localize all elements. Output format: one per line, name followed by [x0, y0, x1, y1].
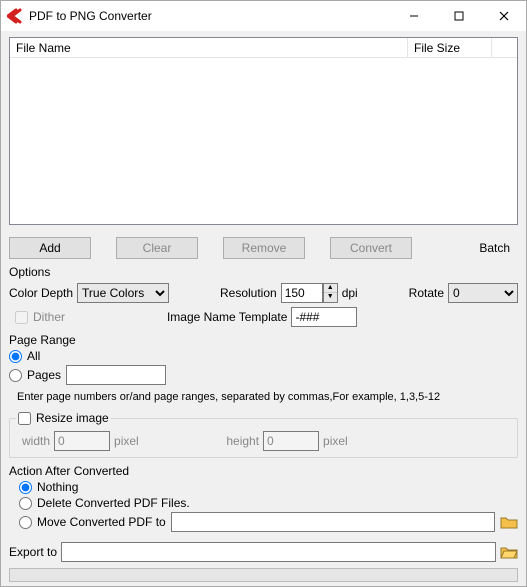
resize-group: Resize image width pixel height pixel: [9, 411, 518, 458]
titlebar: PDF to PNG Converter: [1, 1, 526, 31]
width-label: width: [22, 434, 50, 448]
color-depth-label: Color Depth: [9, 286, 73, 300]
all-radio-input[interactable]: [9, 350, 22, 363]
pages-input[interactable]: [66, 365, 166, 385]
resolution-unit: dpi: [342, 286, 358, 300]
close-button[interactable]: [481, 1, 526, 31]
pagerange-hint: Enter page numbers or/and page ranges, s…: [17, 391, 518, 403]
resize-checkbox[interactable]: Resize image: [18, 411, 109, 425]
move-radio[interactable]: Move Converted PDF to: [19, 515, 166, 529]
app-logo-icon: [7, 8, 23, 24]
maximize-button[interactable]: [436, 1, 481, 31]
delete-radio[interactable]: Delete Converted PDF Files.: [19, 496, 518, 510]
action-legend: Action After Converted: [9, 464, 518, 478]
pages-radio[interactable]: Pages: [9, 368, 61, 382]
resolution-spinner[interactable]: ▲▼: [281, 283, 338, 303]
app-window: PDF to PNG Converter File Name File Size…: [0, 0, 527, 587]
dither-checkbox[interactable]: Dither: [15, 310, 65, 324]
template-input[interactable]: [291, 307, 357, 327]
pagerange-group: Page Range All Pages Enter page numbers …: [9, 333, 518, 403]
height-label: height: [226, 434, 259, 448]
browse-export-folder-icon[interactable]: [500, 544, 518, 560]
resolution-input[interactable]: [281, 283, 323, 303]
nothing-radio[interactable]: Nothing: [19, 480, 518, 494]
height-unit: pixel: [323, 434, 348, 448]
all-radio[interactable]: All: [9, 349, 518, 363]
browse-move-folder-icon[interactable]: [500, 514, 518, 530]
file-list[interactable]: File Name File Size: [9, 37, 518, 225]
rotate-label: Rotate: [409, 286, 444, 300]
pagerange-legend: Page Range: [9, 333, 518, 347]
width-input[interactable]: [54, 431, 110, 451]
resolution-label: Resolution: [220, 286, 277, 300]
export-input[interactable]: [61, 542, 496, 562]
rotate-select[interactable]: 0: [448, 283, 518, 303]
col-filesize[interactable]: File Size: [408, 38, 492, 57]
dither-input[interactable]: [15, 311, 28, 324]
list-header: File Name File Size: [10, 38, 517, 58]
minimize-button[interactable]: [391, 1, 436, 31]
resolution-spin-buttons[interactable]: ▲▼: [323, 283, 338, 303]
color-depth-select[interactable]: True Colors: [77, 283, 169, 303]
pages-radio-input[interactable]: [9, 369, 22, 382]
options-group: Options Color Depth True Colors Resoluti…: [9, 265, 518, 327]
move-path-input[interactable]: [171, 512, 495, 532]
clear-button[interactable]: Clear: [116, 237, 198, 259]
height-input[interactable]: [263, 431, 319, 451]
window-title: PDF to PNG Converter: [29, 9, 391, 23]
nothing-radio-input[interactable]: [19, 481, 32, 494]
export-label: Export to: [9, 545, 57, 559]
remove-button[interactable]: Remove: [223, 237, 305, 259]
delete-radio-input[interactable]: [19, 497, 32, 510]
options-legend: Options: [9, 265, 518, 279]
add-button[interactable]: Add: [9, 237, 91, 259]
col-spacer: [492, 38, 517, 57]
width-unit: pixel: [114, 434, 139, 448]
button-row: Add Clear Remove Convert Batch: [9, 237, 518, 259]
move-radio-input[interactable]: [19, 516, 32, 529]
template-label: Image Name Template: [167, 310, 288, 324]
content: File Name File Size Add Clear Remove Con…: [1, 31, 526, 586]
progress-bar: [9, 568, 518, 582]
dither-label: Dither: [33, 310, 65, 324]
resize-checkbox-input[interactable]: [18, 412, 31, 425]
action-group: Action After Converted Nothing Delete Co…: [9, 464, 518, 532]
export-row: Export to: [9, 542, 518, 562]
batch-link[interactable]: Batch: [479, 241, 518, 255]
col-filename[interactable]: File Name: [10, 38, 408, 57]
convert-button[interactable]: Convert: [330, 237, 412, 259]
